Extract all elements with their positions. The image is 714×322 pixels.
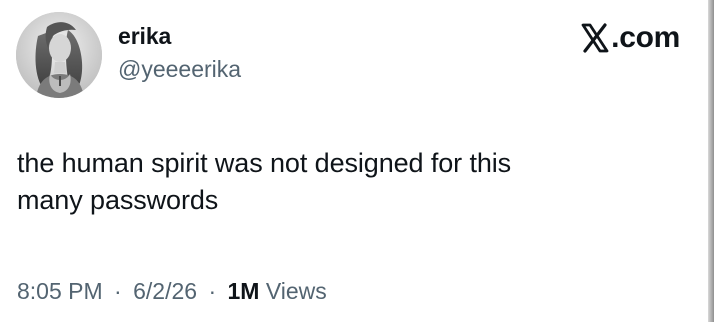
meta-separator: ·	[114, 278, 122, 304]
avatar[interactable]	[16, 12, 102, 98]
post-header: erika @yeeeerika .com	[0, 0, 714, 110]
author-display-name[interactable]: erika	[118, 23, 171, 49]
post-text-line: the human spirit was not designed for th…	[17, 148, 512, 178]
post-meta: 8:05 PM · 6/2/26 · 1M Views	[17, 276, 327, 306]
brand-suffix: .com	[611, 21, 680, 54]
post-text: the human spirit was not designed for th…	[17, 145, 647, 219]
views-count: 1M	[227, 278, 260, 304]
page-edge-shadow	[708, 0, 714, 322]
post-time[interactable]: 8:05 PM	[17, 278, 103, 304]
x-brand-link[interactable]: .com	[580, 20, 680, 56]
author-handle[interactable]: @yeeeerika	[118, 56, 241, 82]
x-logo-icon	[580, 23, 610, 53]
views-label: Views	[265, 278, 327, 304]
meta-separator: ·	[208, 278, 217, 304]
profile-photo-avatar-icon	[16, 12, 102, 98]
post-text-line: many passwords	[17, 185, 219, 215]
post-date[interactable]: 6/2/26	[133, 278, 197, 304]
post-card: erika @yeeeerika .com the human spirit w…	[0, 0, 714, 322]
